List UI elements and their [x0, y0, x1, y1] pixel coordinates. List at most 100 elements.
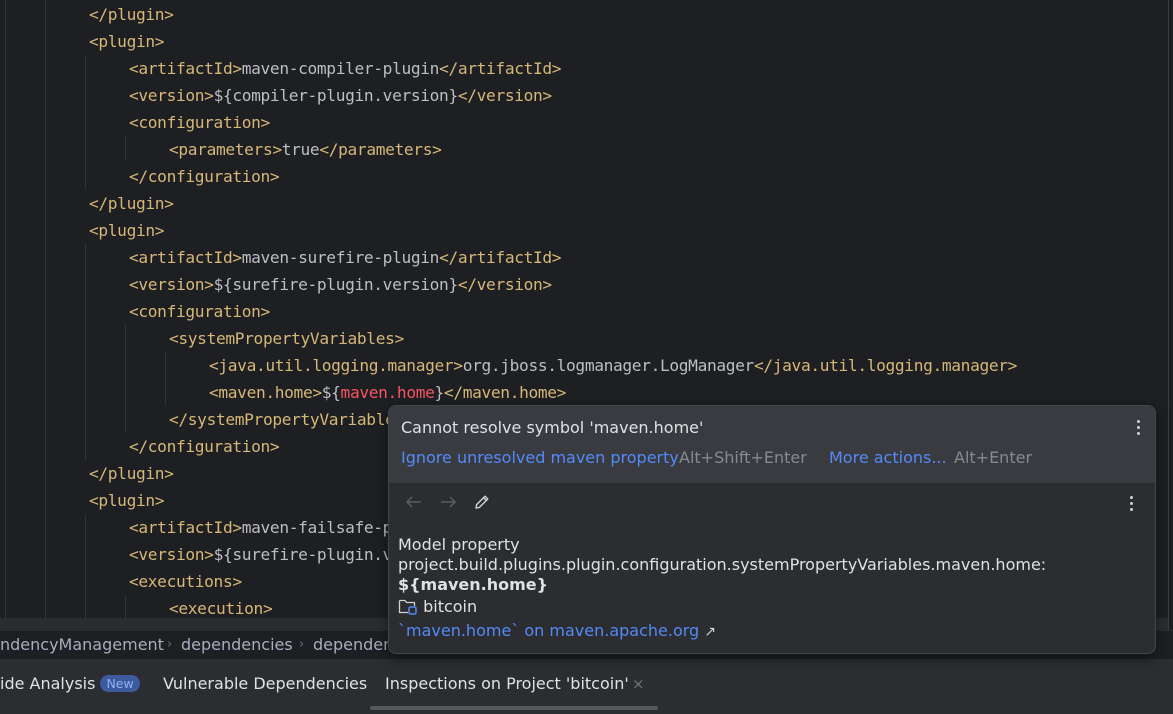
code-line[interactable]: <configuration>: [129, 109, 270, 136]
xml-tag: <version>: [129, 86, 214, 105]
code-line[interactable]: <maven.home>${maven.home}</maven.home>: [209, 379, 566, 406]
module-folder-icon: [398, 599, 417, 615]
tab-label: ide Analysis: [0, 674, 96, 693]
doc-property-value: ${maven.home}: [398, 575, 549, 594]
xml-tag: </plugin>: [89, 5, 174, 24]
unresolved-symbol: maven.home: [340, 383, 435, 402]
xml-tag: <parameters>: [169, 140, 282, 159]
ignore-property-link[interactable]: Ignore unresolved maven property: [401, 448, 679, 467]
vertical-scrollbar[interactable]: [1169, 0, 1173, 630]
xml-tag: <artifactId>: [129, 518, 242, 537]
code-line[interactable]: <version>${surefire-plugin.version}</ver…: [129, 271, 552, 298]
quick-fix-ignore[interactable]: Ignore unresolved maven property: [401, 448, 679, 467]
xml-tag: <configuration>: [129, 302, 270, 321]
code-line[interactable]: <java.util.logging.manager>org.jboss.log…: [209, 352, 1017, 379]
code-line[interactable]: <plugin>: [89, 487, 165, 514]
xml-tag: <maven.home>: [209, 383, 322, 402]
tabs-scrollbar[interactable]: [370, 706, 658, 710]
breadcrumb-item[interactable]: ndencyManagement: [0, 631, 164, 659]
documentation: Model property project.build.plugins.plu…: [398, 535, 1046, 642]
xml-text: true: [281, 140, 320, 159]
inspection-popup: Cannot resolve symbol 'maven.home' Ignor…: [388, 405, 1156, 654]
xml-tag: <version>: [129, 545, 214, 564]
xml-tag: </systemPropertyVariables>: [169, 410, 414, 429]
xml-tag: <java.util.logging.manager>: [209, 356, 463, 375]
indent-guide: [85, 514, 86, 618]
xml-tag: <plugin>: [89, 32, 165, 51]
indent-guide: [125, 325, 126, 433]
tab-vulnerable-dependencies[interactable]: Vulnerable Dependencies: [163, 673, 367, 695]
xml-tag: </parameters>: [319, 140, 442, 159]
external-link-icon: ↗: [704, 624, 717, 640]
code-line[interactable]: <plugin>: [89, 28, 165, 55]
maven-docs-link[interactable]: `maven.home` on maven.apache.org: [398, 621, 699, 640]
xml-text: ${surefire-plugin.version}: [213, 275, 459, 294]
code-line[interactable]: <parameters>true</parameters>: [169, 136, 442, 163]
xml-text: }: [434, 383, 445, 402]
code-line[interactable]: </plugin>: [89, 190, 174, 217]
code-line[interactable]: </configuration>: [129, 163, 280, 190]
xml-tag: <version>: [129, 275, 214, 294]
forward-arrow-icon[interactable]: [438, 492, 458, 512]
indent-guide: [125, 136, 126, 161]
xml-text: maven-compiler-plugin: [241, 59, 440, 78]
popup-error-section: Cannot resolve symbol 'maven.home' Ignor…: [389, 406, 1155, 483]
doc-module: bitcoin: [398, 597, 1046, 617]
indent-guide: [85, 55, 86, 190]
xml-tag: </maven.home>: [443, 383, 567, 402]
code-line[interactable]: <plugin>: [89, 217, 165, 244]
more-actions[interactable]: More actions...: [829, 448, 947, 467]
xml-tag: <plugin>: [89, 221, 165, 240]
xml-text: ${compiler-plugin.version}: [213, 86, 459, 105]
xml-text: ${: [321, 383, 341, 402]
more-actions-link[interactable]: More actions...: [829, 448, 947, 467]
tab-code-analysis[interactable]: ide Analysis New: [0, 673, 140, 695]
xml-tag: </artifactId>: [439, 59, 562, 78]
code-line[interactable]: <artifactId>maven-surefire-plugin</artif…: [129, 244, 562, 271]
doc-property-path: project.build.plugins.plugin.configurati…: [398, 555, 1047, 574]
code-line[interactable]: <executions>: [129, 568, 242, 595]
new-badge: New: [100, 675, 140, 692]
xml-tag: <configuration>: [129, 113, 270, 132]
code-line[interactable]: <artifactId>maven-compiler-plugin</artif…: [129, 55, 562, 82]
tool-window-tabs: ide Analysis New Vulnerable Dependencies …: [0, 658, 1173, 714]
code-line[interactable]: <configuration>: [129, 298, 270, 325]
code-line[interactable]: <version>${compiler-plugin.version}</ver…: [129, 82, 552, 109]
xml-tag: </plugin>: [89, 464, 174, 483]
code-line[interactable]: </systemPropertyVariables>: [169, 406, 414, 433]
back-arrow-icon[interactable]: [404, 492, 424, 512]
edit-pencil-icon[interactable]: [472, 492, 492, 512]
breadcrumb-separator: ›: [299, 637, 305, 652]
xml-tag: </artifactId>: [439, 248, 562, 267]
xml-tag: <execution>: [169, 599, 273, 618]
module-name: bitcoin: [423, 597, 478, 616]
xml-text: org.jboss.logmanager.LogManager: [462, 356, 755, 375]
code-line[interactable]: </plugin>: [89, 460, 174, 487]
tab-inspections[interactable]: Inspections on Project 'bitcoin': [385, 673, 629, 695]
xml-tag: </configuration>: [129, 167, 280, 186]
xml-tag: <artifactId>: [129, 59, 242, 78]
xml-tag: </java.util.logging.manager>: [753, 356, 1018, 375]
doc-heading: Model property: [398, 535, 520, 554]
xml-tag: <executions>: [129, 572, 242, 591]
breadcrumb-item[interactable]: dependencies: [181, 631, 293, 659]
xml-tag: </version>: [457, 86, 552, 105]
indent-guide: [45, 0, 46, 618]
indent-guide: [5, 0, 6, 618]
code-line[interactable]: </configuration>: [129, 433, 280, 460]
error-message: Cannot resolve symbol 'maven.home': [401, 418, 704, 437]
code-line[interactable]: </plugin>: [89, 1, 174, 28]
shortcut-label: Alt+Enter: [954, 448, 1033, 467]
close-icon[interactable]: ×: [632, 673, 645, 695]
indent-guide: [85, 244, 86, 460]
indent-guide: [125, 595, 126, 618]
xml-tag: <systemPropertyVariables>: [169, 329, 404, 348]
more-options-icon[interactable]: [1137, 420, 1141, 436]
xml-text: maven-surefire-plugin: [241, 248, 440, 267]
xml-tag: <plugin>: [89, 491, 165, 510]
doc-options-icon[interactable]: [1130, 496, 1134, 512]
xml-tag: <artifactId>: [129, 248, 242, 267]
indent-guide: [165, 352, 166, 406]
shortcut-label: Alt+Shift+Enter: [679, 448, 807, 467]
code-line[interactable]: <systemPropertyVariables>: [169, 325, 404, 352]
